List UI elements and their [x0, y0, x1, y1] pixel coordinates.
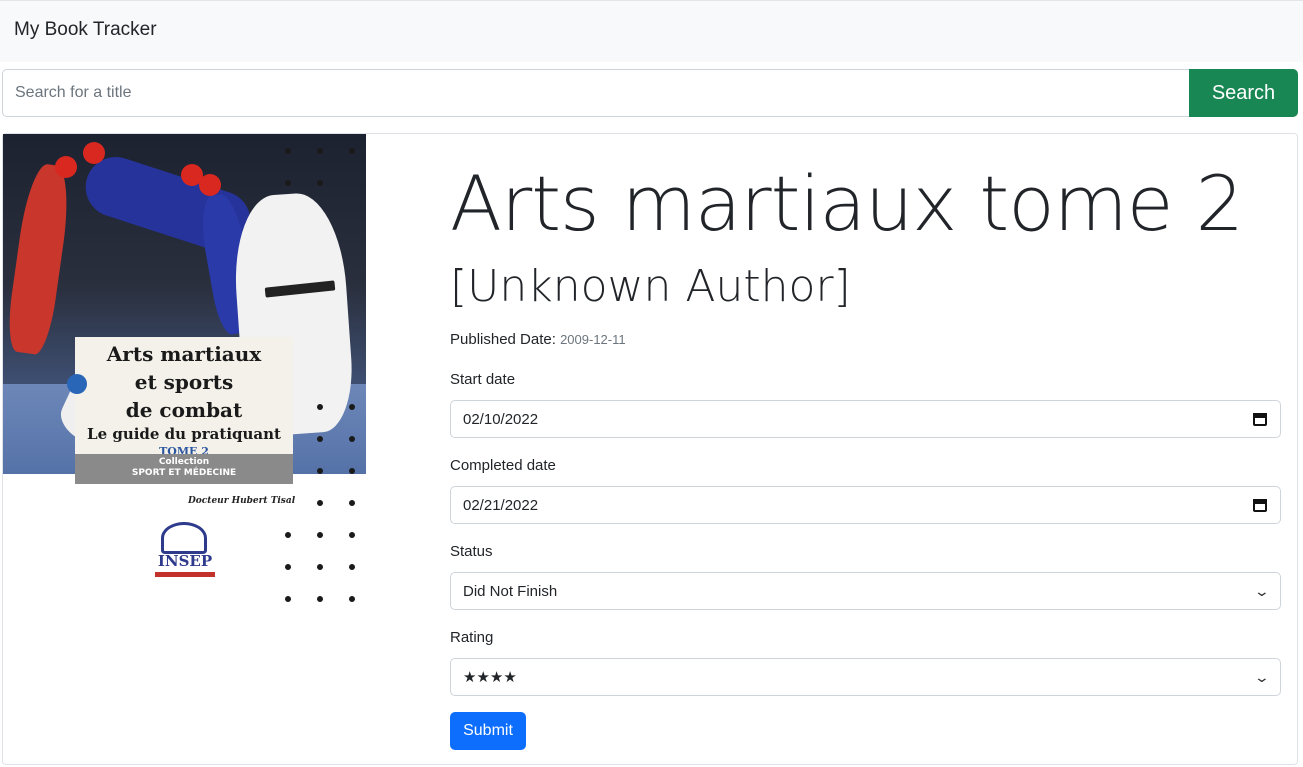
- start-date-label: Start date: [450, 371, 516, 388]
- cover-glove: [55, 156, 77, 178]
- status-label: Status: [450, 543, 493, 560]
- cover-dot-grid-dot: [285, 564, 291, 570]
- chevron-down-icon: ⌄: [1253, 668, 1271, 685]
- rating-label: Rating: [450, 629, 494, 646]
- cover-author: Docteur Hubert Tisal: [188, 496, 296, 506]
- cover-dot-grid-dot: [285, 596, 291, 602]
- navbar: My Book Tracker: [0, 0, 1303, 62]
- book-cover-image: Arts martiaux et sports de combat Le gui…: [3, 134, 366, 606]
- cover-dot-grid-dot: [349, 468, 355, 474]
- logo-mark: [161, 522, 207, 554]
- cover-dot-grid-dot: [317, 404, 323, 410]
- start-date-value: 02/10/2022: [463, 410, 539, 428]
- cover-dot-grid-dot: [285, 148, 291, 154]
- cover-dot-grid-dot: [317, 500, 323, 506]
- cover-collection-label: Collection: [158, 457, 210, 467]
- cover-title-line: et sports: [134, 370, 234, 394]
- cover-glove: [199, 174, 221, 196]
- completed-date-input[interactable]: 02/21/2022: [450, 486, 1281, 524]
- search-button[interactable]: Search: [1189, 69, 1298, 117]
- cover-dot-grid-dot: [317, 436, 323, 442]
- calendar-icon[interactable]: [1252, 411, 1268, 427]
- submit-button[interactable]: Submit: [450, 712, 526, 750]
- book-author: [Unknown Author]: [450, 261, 851, 312]
- calendar-icon[interactable]: [1252, 497, 1268, 513]
- cover-dot-grid-dot: [317, 180, 323, 186]
- cover-dot-grid-dot: [317, 468, 323, 474]
- cover-subtitle: Le guide du pratiquant: [87, 425, 281, 443]
- cover-title-line: Arts martiaux: [106, 342, 262, 366]
- cover-dot: [67, 374, 87, 394]
- logo-text: INSEP: [157, 552, 213, 570]
- cover-dot-grid-dot: [285, 180, 291, 186]
- cover-title-block: Arts martiaux et sports de combat Le gui…: [75, 337, 293, 462]
- logo-underline: [155, 572, 215, 577]
- cover-dot-grid-dot: [317, 596, 323, 602]
- cover-dot-grid-dot: [349, 500, 355, 506]
- cover-dot-grid-dot: [317, 564, 323, 570]
- cover-dot-grid-dot: [317, 148, 323, 154]
- chevron-down-icon: ⌄: [1253, 582, 1271, 599]
- start-date-input[interactable]: 02/10/2022: [450, 400, 1281, 438]
- search-bar: Search: [2, 69, 1298, 117]
- completed-date-value: 02/21/2022: [463, 496, 539, 514]
- cover-collection-band: Collection SPORT ET MÉDECINE: [75, 454, 293, 484]
- published-date-label: Published Date:: [450, 331, 556, 348]
- cover-dot-grid-dot: [285, 532, 291, 538]
- insep-logo: INSEP: [153, 522, 215, 582]
- navbar-brand[interactable]: My Book Tracker: [14, 19, 157, 41]
- published-date: Published Date: 2009-12-11: [450, 331, 626, 348]
- book-title: Arts martiaux tome 2: [450, 159, 1244, 248]
- cover-dot-grid-dot: [349, 532, 355, 538]
- cover-dot-grid-dot: [349, 596, 355, 602]
- cover-collection-name: SPORT ET MÉDECINE: [131, 468, 237, 478]
- published-date-value: 2009-12-11: [560, 332, 626, 347]
- cover-dot-grid-dot: [349, 148, 355, 154]
- cover-dot-grid-dot: [349, 436, 355, 442]
- cover-dot-grid-dot: [317, 532, 323, 538]
- cover-dot-grid-dot: [349, 564, 355, 570]
- status-select[interactable]: Did Not Finish ⌄: [450, 572, 1281, 610]
- cover-glove: [83, 142, 105, 164]
- cover-title-line: de combat: [125, 398, 243, 422]
- search-input[interactable]: [2, 69, 1189, 117]
- cover-dot-grid-dot: [349, 404, 355, 410]
- rating-value: ★★★★: [463, 669, 517, 686]
- status-value: Did Not Finish: [463, 582, 558, 600]
- completed-date-label: Completed date: [450, 457, 556, 474]
- rating-select[interactable]: ★★★★ ⌄: [450, 658, 1281, 696]
